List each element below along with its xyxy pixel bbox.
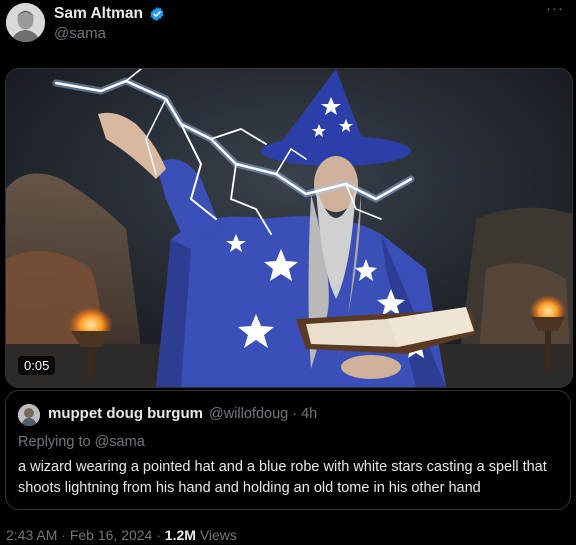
quoted-tweet-text: a wizard wearing a pointed hat and a blu… (18, 459, 547, 496)
quoted-tweet[interactable]: muppet doug burgum @willofdoug · 4h Repl… (5, 390, 571, 510)
video-player[interactable]: 0:05 (5, 68, 573, 388)
dot-separator: · (61, 527, 70, 543)
tweet-time[interactable]: 2:43 AM (6, 527, 57, 543)
author-avatar[interactable] (6, 3, 45, 42)
tweet-date[interactable]: Feb 16, 2024 (70, 527, 153, 543)
wizard-video-frame (6, 69, 572, 387)
quoted-tweet-time[interactable]: 4h (301, 406, 317, 422)
quoted-author-handle-time: @willofdoug · 4h (209, 406, 317, 422)
dot-separator: · (156, 527, 165, 543)
author-handle[interactable]: @sama (54, 25, 106, 42)
author-name[interactable]: Sam Altman (54, 5, 143, 23)
quoted-author-handle[interactable]: @willofdoug (209, 406, 288, 422)
quoted-author-avatar[interactable] (18, 404, 40, 426)
replying-to-label: Replying to (18, 434, 95, 450)
verified-badge-icon (150, 7, 164, 21)
tweet-header: Sam Altman @sama ··· (0, 0, 576, 60)
views-label: Views (199, 527, 237, 543)
tweet-meta: 2:43 AM · Feb 16, 2024 · 1.2M Views (6, 527, 237, 543)
quoted-author-name[interactable]: muppet doug burgum (48, 405, 203, 422)
more-options-icon[interactable]: ··· (546, 0, 564, 17)
dot-separator: · (292, 406, 302, 422)
replying-to-mention[interactable]: @sama (95, 434, 145, 450)
views-count: 1.2M (164, 527, 196, 543)
replying-to: Replying to @sama (18, 434, 145, 450)
video-duration: 0:05 (18, 356, 56, 375)
